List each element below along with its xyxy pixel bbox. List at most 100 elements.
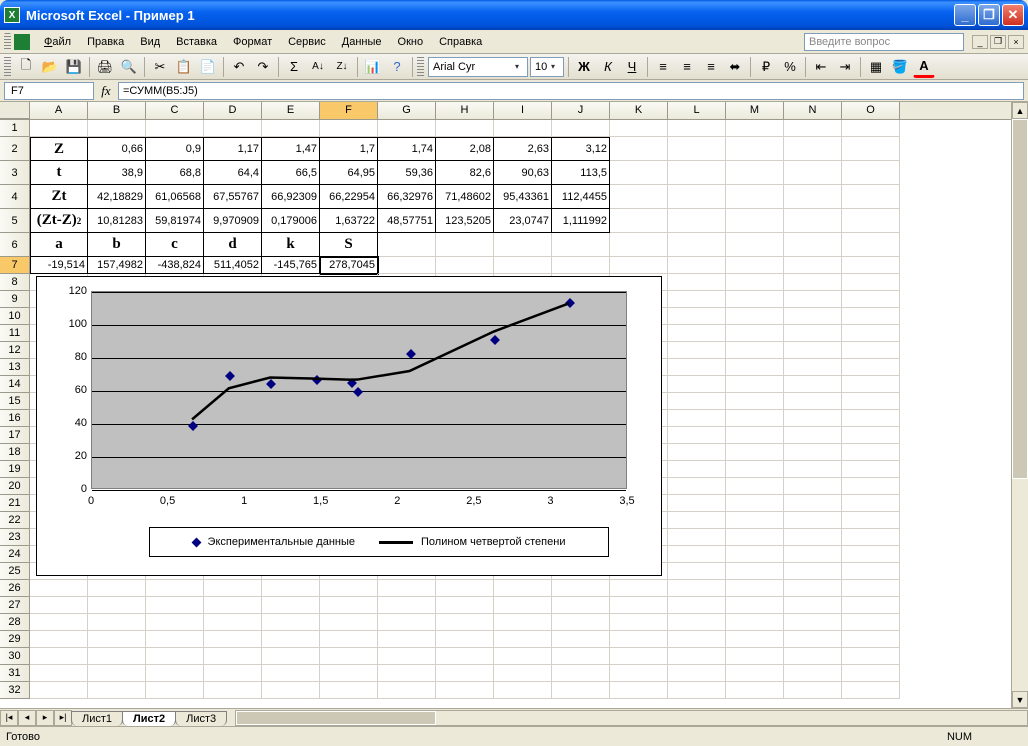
- cell[interactable]: [204, 665, 262, 682]
- cell[interactable]: [668, 529, 726, 546]
- cell[interactable]: 42,18829: [88, 185, 146, 209]
- row-header[interactable]: 20: [0, 478, 30, 495]
- cell[interactable]: [88, 580, 146, 597]
- cell[interactable]: 123,5205: [436, 209, 494, 233]
- cell[interactable]: 2,63: [494, 137, 552, 161]
- cell[interactable]: [552, 614, 610, 631]
- cell[interactable]: [262, 614, 320, 631]
- cell[interactable]: k: [262, 233, 320, 257]
- cell[interactable]: [88, 648, 146, 665]
- cell[interactable]: [610, 120, 668, 137]
- cell[interactable]: [204, 614, 262, 631]
- cell[interactable]: [668, 461, 726, 478]
- minimize-button[interactable]: _: [954, 4, 976, 26]
- cell[interactable]: [262, 665, 320, 682]
- cell[interactable]: [668, 478, 726, 495]
- cell[interactable]: [842, 410, 900, 427]
- cell[interactable]: [726, 563, 784, 580]
- cell[interactable]: [552, 631, 610, 648]
- cell[interactable]: [726, 161, 784, 185]
- cell[interactable]: [436, 597, 494, 614]
- menu-insert[interactable]: Вставка: [168, 33, 225, 51]
- column-header[interactable]: M: [726, 102, 784, 119]
- cell[interactable]: [726, 427, 784, 444]
- cell[interactable]: [146, 580, 204, 597]
- cell[interactable]: [378, 665, 436, 682]
- cell[interactable]: [436, 631, 494, 648]
- cell[interactable]: [784, 495, 842, 512]
- cell[interactable]: [842, 342, 900, 359]
- name-box[interactable]: F7: [4, 82, 94, 100]
- fx-button[interactable]: fx: [94, 83, 118, 99]
- row-header[interactable]: 7: [0, 257, 30, 274]
- row-header[interactable]: 24: [0, 546, 30, 563]
- cell[interactable]: [668, 209, 726, 233]
- cell[interactable]: [146, 682, 204, 699]
- cell[interactable]: [30, 648, 88, 665]
- menu-help[interactable]: Справка: [431, 33, 490, 51]
- cell[interactable]: [842, 185, 900, 209]
- cell[interactable]: [668, 495, 726, 512]
- cell[interactable]: [552, 233, 610, 257]
- cell[interactable]: [610, 614, 668, 631]
- row-header[interactable]: 28: [0, 614, 30, 631]
- cell[interactable]: [668, 614, 726, 631]
- cell[interactable]: 61,06568: [146, 185, 204, 209]
- cell[interactable]: [320, 648, 378, 665]
- cell[interactable]: 82,6: [436, 161, 494, 185]
- redo-icon[interactable]: ↷: [252, 56, 274, 78]
- column-header[interactable]: L: [668, 102, 726, 119]
- cell[interactable]: [726, 376, 784, 393]
- cell[interactable]: [30, 682, 88, 699]
- column-header[interactable]: F: [320, 102, 378, 119]
- cell[interactable]: [668, 648, 726, 665]
- cell[interactable]: 1,17: [204, 137, 262, 161]
- cell[interactable]: [146, 665, 204, 682]
- cell[interactable]: [668, 185, 726, 209]
- fill-color-icon[interactable]: 🪣: [889, 56, 911, 78]
- cell[interactable]: [842, 665, 900, 682]
- cell[interactable]: [436, 614, 494, 631]
- cell[interactable]: [842, 495, 900, 512]
- row-header[interactable]: 11: [0, 325, 30, 342]
- cell[interactable]: [146, 631, 204, 648]
- cell[interactable]: 1,7: [320, 137, 378, 161]
- cell[interactable]: 68,8: [146, 161, 204, 185]
- cell[interactable]: 64,4: [204, 161, 262, 185]
- cell[interactable]: [494, 682, 552, 699]
- column-header[interactable]: N: [784, 102, 842, 119]
- cell[interactable]: [30, 597, 88, 614]
- cell[interactable]: [784, 580, 842, 597]
- cell[interactable]: [842, 631, 900, 648]
- cell[interactable]: [726, 410, 784, 427]
- cell[interactable]: [610, 161, 668, 185]
- align-right-icon[interactable]: ≡: [700, 56, 722, 78]
- cell[interactable]: [726, 393, 784, 410]
- cell[interactable]: [842, 427, 900, 444]
- cell[interactable]: [668, 580, 726, 597]
- cell[interactable]: [842, 308, 900, 325]
- cell[interactable]: [668, 427, 726, 444]
- cell[interactable]: [842, 257, 900, 274]
- cell[interactable]: [668, 359, 726, 376]
- cell[interactable]: [668, 137, 726, 161]
- column-header[interactable]: D: [204, 102, 262, 119]
- cell[interactable]: [784, 120, 842, 137]
- cell[interactable]: 95,43361: [494, 185, 552, 209]
- cell[interactable]: [726, 665, 784, 682]
- cell[interactable]: [668, 291, 726, 308]
- cell[interactable]: [668, 563, 726, 580]
- cell[interactable]: [552, 597, 610, 614]
- column-header[interactable]: H: [436, 102, 494, 119]
- underline-icon[interactable]: Ч: [621, 56, 643, 78]
- cell[interactable]: [842, 614, 900, 631]
- column-header[interactable]: K: [610, 102, 668, 119]
- maximize-button[interactable]: ❐: [978, 4, 1000, 26]
- cell[interactable]: [146, 597, 204, 614]
- close-button[interactable]: ✕: [1002, 4, 1024, 26]
- cell[interactable]: 2,08: [436, 137, 494, 161]
- cell[interactable]: 1,74: [378, 137, 436, 161]
- cell[interactable]: 0,66: [88, 137, 146, 161]
- cell[interactable]: [320, 614, 378, 631]
- align-center-icon[interactable]: ≡: [676, 56, 698, 78]
